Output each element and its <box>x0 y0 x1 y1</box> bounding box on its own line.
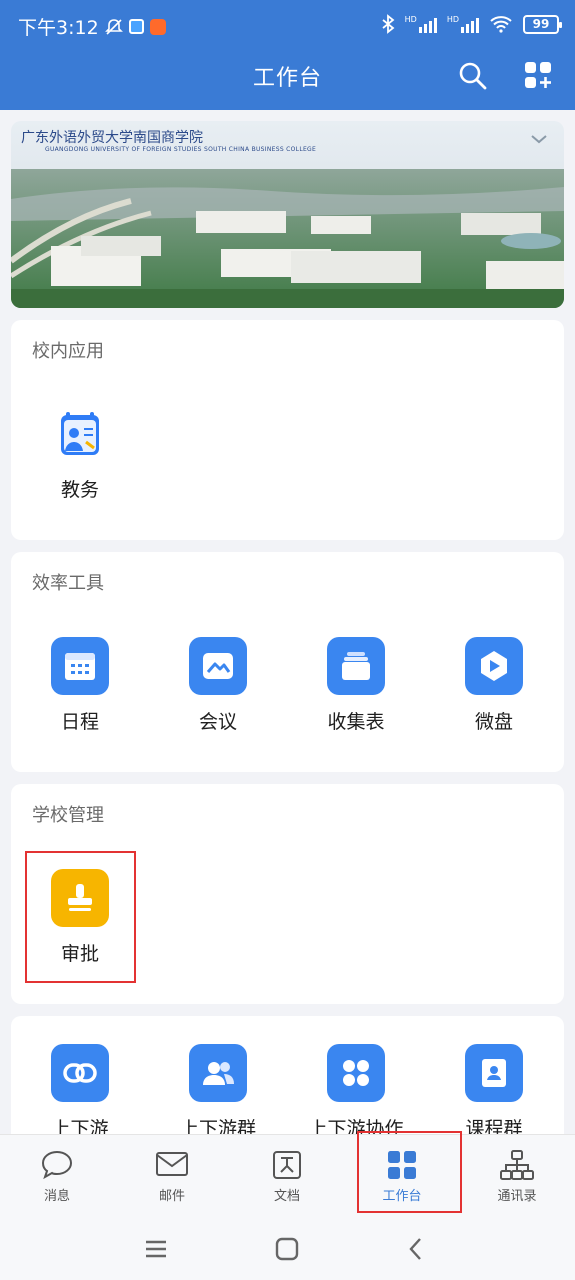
app-collection-form[interactable]: 收集表 <box>306 637 406 734</box>
chevron-down-icon[interactable] <box>530 133 548 145</box>
tab-messages[interactable]: 消息 <box>12 1149 102 1204</box>
doc-icon <box>273 1151 301 1179</box>
message-icon <box>41 1150 73 1180</box>
cloud-drive-icon <box>465 637 523 695</box>
section-title: 学校管理 <box>32 805 104 826</box>
academic-affairs-icon <box>51 405 109 463</box>
app-course-group[interactable]: 课程群 <box>444 1044 544 1141</box>
app-header: 下午3:12 HD HD 99 工作台 <box>0 0 575 110</box>
menu-icon[interactable] <box>141 1234 171 1264</box>
search-icon[interactable] <box>457 60 489 92</box>
app-upstream-collab[interactable]: 上下游协作 <box>306 1044 406 1141</box>
bottom-tab-bar: 消息 邮件 文档 工作台 通讯录 <box>0 1134 575 1218</box>
shopping-app-icon <box>149 18 166 35</box>
wifi-icon <box>490 16 512 33</box>
workbench-highlight-box <box>357 1131 462 1213</box>
link-icon <box>51 1044 109 1102</box>
section-title: 效率工具 <box>32 573 104 594</box>
app-schedule[interactable]: 日程 <box>30 637 130 734</box>
group-icon <box>189 1044 247 1102</box>
add-app-icon[interactable] <box>523 60 553 90</box>
four-petal-icon <box>327 1044 385 1102</box>
tab-docs[interactable]: 文档 <box>242 1149 332 1204</box>
status-bar: 下午3:12 HD HD 99 <box>0 0 575 52</box>
app-upstream-group[interactable]: 上下游群 <box>168 1044 268 1141</box>
app-label: 收集表 <box>327 711 385 733</box>
app-label: 微盘 <box>474 711 513 733</box>
bluetooth-icon <box>382 14 395 34</box>
app-meeting[interactable]: 会议 <box>168 637 268 734</box>
school-name: 广东外语外贸大学南国商学院 <box>21 130 203 146</box>
app-upstream-downstream[interactable]: 上下游 <box>30 1044 130 1141</box>
system-nav-bar <box>0 1218 575 1280</box>
tab-contacts[interactable]: 通讯录 <box>472 1149 562 1204</box>
home-icon[interactable] <box>272 1234 302 1264</box>
calendar-icon <box>51 637 109 695</box>
status-time: 下午3:12 <box>18 17 99 39</box>
campus-banner[interactable]: 广东外语外贸大学南国商学院 GUANGDONG UNIVERSITY OF FO… <box>11 121 564 308</box>
app-label: 会议 <box>198 711 237 733</box>
school-name-english: GUANGDONG UNIVERSITY OF FOREIGN STUDIES … <box>45 146 317 153</box>
collection-form-icon <box>327 637 385 695</box>
back-icon[interactable] <box>401 1234 431 1264</box>
mail-icon <box>156 1152 188 1176</box>
approval-highlight-box <box>25 851 136 983</box>
battery-indicator: 99 <box>523 14 562 34</box>
campus-apps-card: 校内应用 教务 <box>11 320 564 540</box>
signal-1-icon: HD <box>405 15 437 33</box>
tab-mail[interactable]: 邮件 <box>127 1149 217 1204</box>
mute-bell-icon <box>104 18 123 35</box>
app-label: 教务 <box>60 479 99 501</box>
course-book-icon <box>465 1044 523 1102</box>
app-academic-affairs[interactable]: 教务 <box>30 405 130 502</box>
app-label: 日程 <box>60 711 99 733</box>
meeting-icon <box>189 637 247 695</box>
section-title: 校内应用 <box>32 341 104 362</box>
efficiency-tools-card: 效率工具 日程 会议 收集表 微盘 <box>11 552 564 772</box>
signal-2-icon: HD <box>447 15 479 33</box>
app-weipan[interactable]: 微盘 <box>444 637 544 734</box>
app-notification-icon <box>128 19 144 34</box>
contacts-icon <box>500 1150 534 1180</box>
